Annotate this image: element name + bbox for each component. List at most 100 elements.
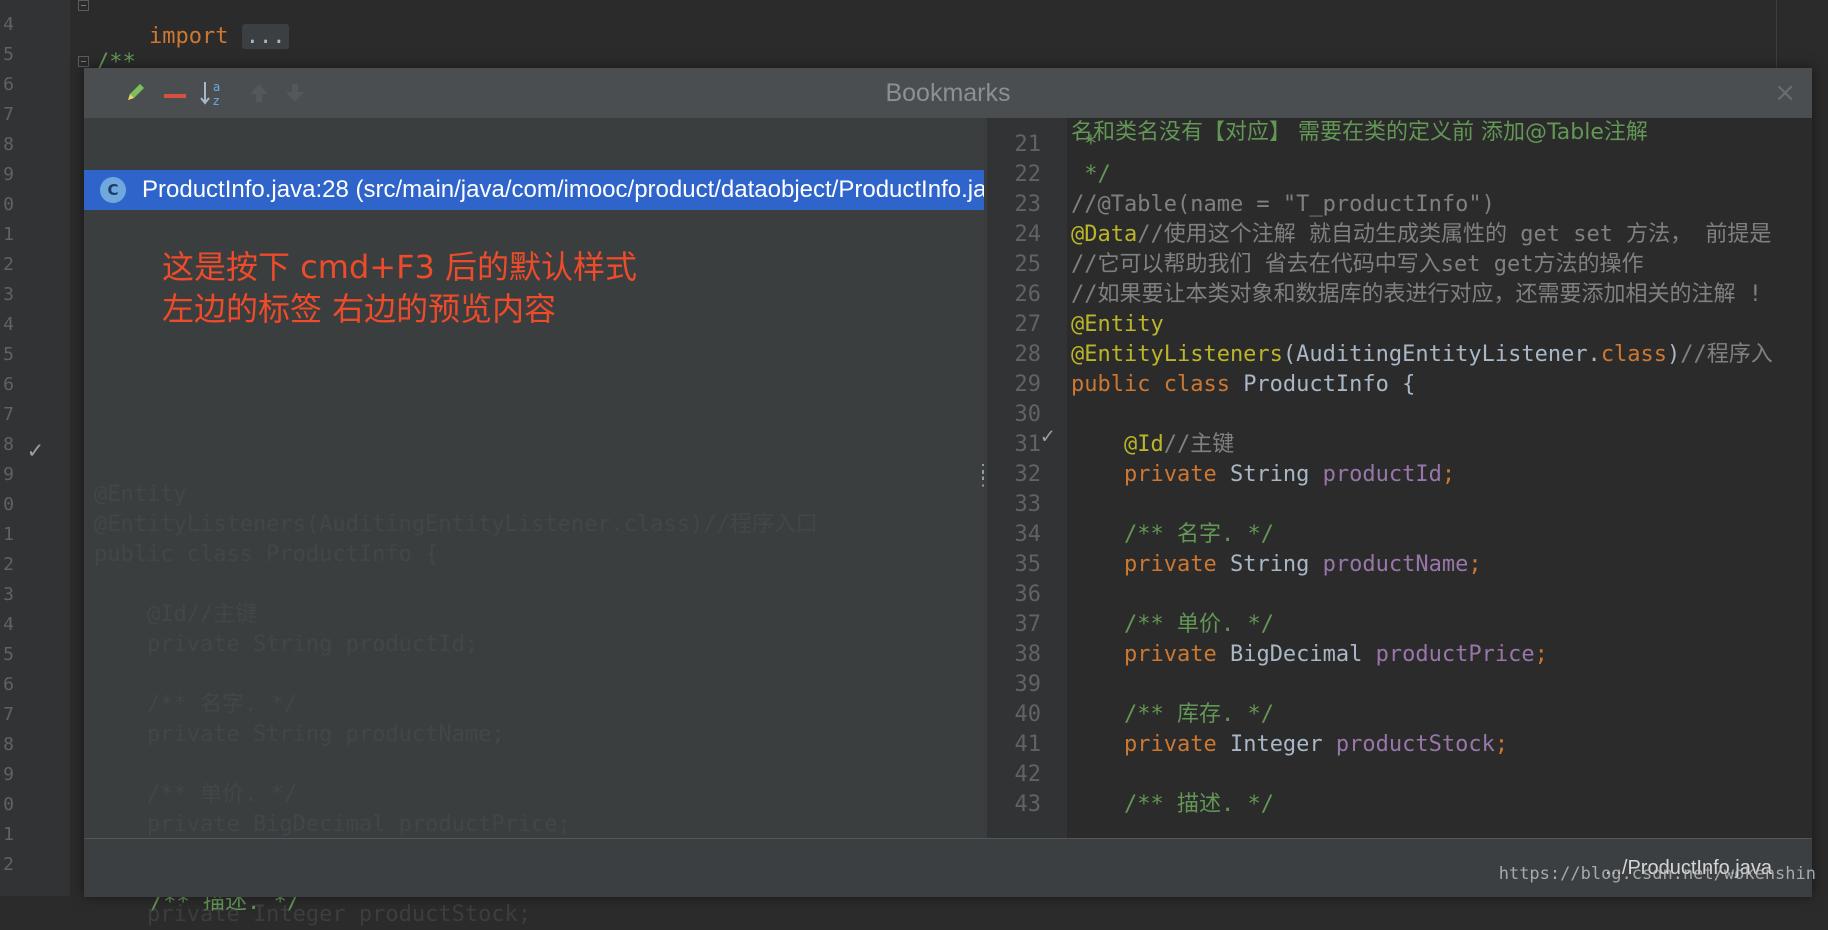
line-number: 1 (3, 224, 14, 245)
code-token: //程序入 (1680, 342, 1773, 367)
line-number: 6 (3, 74, 14, 95)
line-number: 4 (3, 314, 14, 335)
close-icon[interactable]: × (1774, 78, 1796, 108)
preview-code-line: //如果要让本类对象和数据库的表进行对应，还需要添加相关的注解 ! (1071, 280, 1762, 310)
code-token: private (1123, 732, 1230, 757)
bookmark-list[interactable]: @Entity @EntityListeners(AuditingEntityLi… (84, 118, 1184, 927)
code-token: ; (1534, 642, 1548, 667)
line-number: 9 (3, 764, 14, 785)
dimmed-code-line: @Id//主键 (94, 602, 258, 627)
annotation-line: 左边的标签 右边的预览内容 (162, 290, 557, 328)
bookmarks-popup[interactable]: a z Bookmarks × @Entity @EntityListeners(… (84, 68, 1812, 927)
code-token: //使用这个注解 就自动生成类属性的 get set 方法， 前提是 (1137, 222, 1772, 247)
import-keyword: import (148, 24, 229, 49)
bookmark-check-icon[interactable]: ✓ (28, 436, 42, 464)
preview-line-number: 30 (1014, 402, 1042, 427)
preview-line-number: 31 (1014, 432, 1042, 457)
preview-code-line: @Data//使用这个注解 就自动生成类属性的 get set 方法， 前提是 (1071, 220, 1771, 250)
watermark: https://blog.csdn.net/wokenshin (1498, 864, 1816, 884)
line-number: 0 (3, 194, 14, 215)
preview-line-number: 26 (1014, 282, 1042, 307)
code-token: (AuditingEntityListener. (1282, 342, 1601, 367)
preview-code-line: /** 库存. */ (1071, 700, 1274, 730)
preview-line-number: 28 (1014, 342, 1042, 367)
preview-code-line: */ (1071, 160, 1111, 190)
preview-code-line: public class ProductInfo { (1071, 370, 1415, 400)
line-number: 1 (3, 824, 14, 845)
dimmed-code-line: @EntityListeners(AuditingEntityListener.… (94, 512, 818, 537)
line-number: 1 (3, 524, 14, 545)
code-token: private (1123, 462, 1230, 487)
code-token: @EntityListeners (1071, 342, 1283, 367)
code-token: ; (1494, 732, 1509, 757)
preview-code-line: //@Table(name = "T_productInfo") (1071, 190, 1495, 220)
import-fold-placeholder[interactable]: ... (241, 24, 290, 49)
preview-code-line: /** 描述. */ (1071, 790, 1274, 820)
line-number: 7 (3, 404, 14, 425)
preview-line-number: 27 (1014, 312, 1042, 337)
code-token: BigDecimal (1229, 642, 1376, 667)
line-number: 6 (3, 674, 14, 695)
dimmed-code-line: public class ProductInfo { (94, 542, 439, 567)
fold-icon[interactable] (78, 0, 89, 11)
preview-line-number: 25 (1014, 252, 1042, 277)
preview-overflow-line: 名和类名没有【对应】 需要在类的定义前 添加@Table注解 (1071, 120, 1648, 145)
code-token: * (1071, 132, 1098, 157)
bookmark-label: ProductInfo.java:28 (src/main/java/com/i… (142, 176, 1020, 203)
import-line[interactable]: import ... (96, 0, 290, 49)
preview-line-number: 39 (1014, 672, 1042, 697)
line-number: 9 (3, 164, 14, 185)
popup-titlebar[interactable]: a z Bookmarks × (84, 68, 1812, 118)
line-number: 8 (3, 134, 14, 155)
bookmark-check-icon[interactable]: ✓ (1041, 424, 1054, 449)
preview-code-line: /** 名字. */ (1071, 520, 1274, 550)
line-number: 5 (3, 644, 14, 665)
preview-line-number: 22 (1014, 162, 1042, 187)
code-token: String (1229, 462, 1323, 487)
line-number: 2 (3, 554, 14, 575)
preview-code-line: //它可以帮助我们 省去在代码中写入set get方法的操作 (1071, 250, 1643, 280)
code-token: /** 单价. */ (1123, 612, 1274, 637)
preview-code-line: @EntityListeners(AuditingEntityListener.… (1071, 340, 1773, 370)
code-token: ; (1441, 462, 1456, 487)
line-number: 8 (3, 734, 14, 755)
dimmed-code-line: @Entity (94, 482, 187, 507)
line-number: 2 (3, 254, 14, 275)
code-token: */ (1071, 162, 1111, 187)
code-token: productName (1322, 552, 1469, 577)
line-number: 3 (3, 284, 14, 305)
preview-line-number: 43 (1014, 792, 1042, 817)
code-token: String (1229, 552, 1323, 577)
code-token: productPrice (1375, 642, 1535, 667)
line-number: 4 (3, 14, 14, 35)
preview-line-number: 33 (1014, 492, 1042, 517)
code-token: @Entity (1071, 312, 1164, 337)
preview-code-line: /** 单价. */ (1071, 610, 1274, 640)
annotation-note: 这是按下 cmd+F3 后的默认样式 左边的标签 右边的预览内容 (162, 246, 637, 330)
preview-line-number: 37 (1014, 612, 1042, 637)
code-token: private (1123, 552, 1230, 577)
preview-line-number: 41 (1014, 732, 1042, 757)
line-number: 5 (3, 344, 14, 365)
line-number: 2 (3, 854, 14, 875)
code-token: ProductInfo { (1243, 372, 1416, 397)
preview-line-number: 23 (1014, 192, 1042, 217)
preview-code-line: @Entity (1071, 310, 1164, 340)
preview-line-number: 38 (1014, 642, 1042, 667)
preview-line-number: 42 (1014, 762, 1042, 787)
preview-line-number: 36 (1014, 582, 1042, 607)
line-number: 6 (3, 374, 14, 395)
code-token: /** 描述. */ (1123, 792, 1274, 817)
code-token: Integer (1229, 732, 1336, 757)
preview-pane[interactable]: 名和类名没有【对应】 需要在类的定义前 添加@Table注解 21 * 22 */… (987, 118, 1812, 838)
fold-icon[interactable] (78, 56, 89, 67)
line-number: 7 (3, 704, 14, 725)
preview-code-line: * (1071, 130, 1098, 160)
code-token: ; (1468, 552, 1482, 577)
code-token: productStock (1335, 732, 1495, 757)
